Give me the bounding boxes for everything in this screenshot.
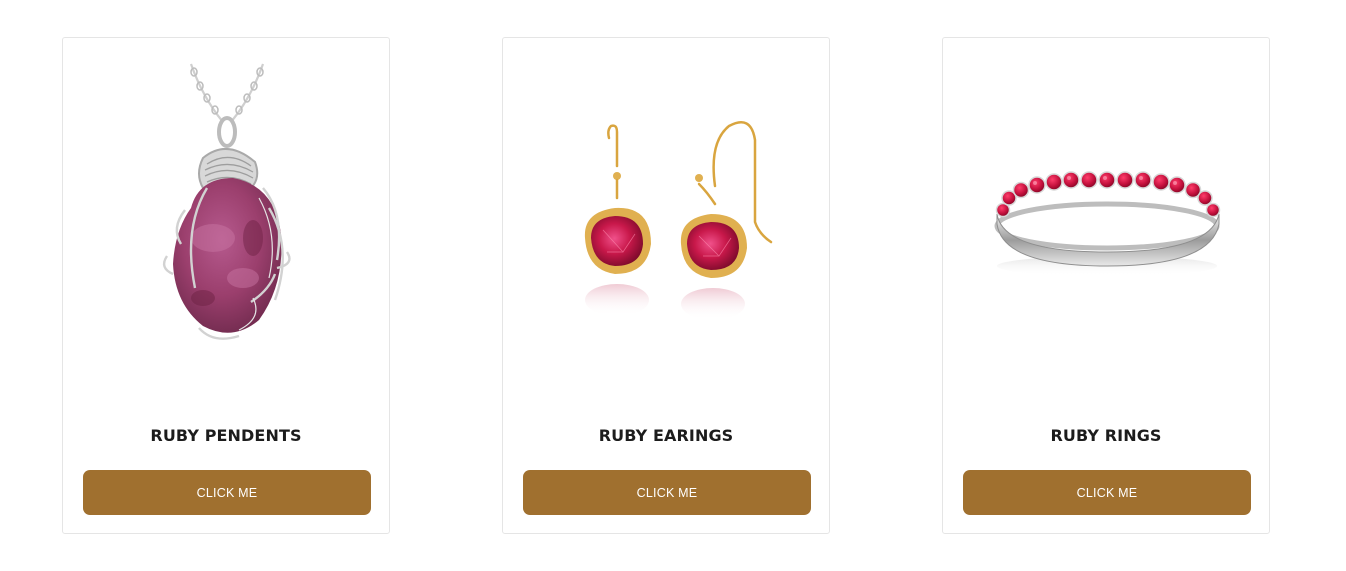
product-card-ruby-earings: RUBY EARINGS CLICK ME	[502, 37, 830, 534]
click-me-button[interactable]: CLICK ME	[523, 470, 811, 515]
product-title: RUBY PENDENTS	[150, 426, 302, 445]
product-card-ruby-pendents: RUBY PENDENTS CLICK ME	[62, 37, 390, 534]
product-grid: RUBY PENDENTS CLICK ME RUBY EARINGS CLIC…	[0, 0, 1346, 571]
product-title: RUBY EARINGS	[598, 426, 734, 445]
ruby-ring-image	[943, 38, 1269, 398]
ruby-pendant-image	[63, 38, 389, 398]
ruby-earrings-image	[503, 38, 829, 398]
click-me-button[interactable]: CLICK ME	[83, 470, 371, 515]
click-me-button[interactable]: CLICK ME	[963, 470, 1251, 515]
product-card-ruby-rings: RUBY RINGS CLICK ME	[942, 37, 1270, 534]
product-title: RUBY RINGS	[1050, 426, 1162, 445]
